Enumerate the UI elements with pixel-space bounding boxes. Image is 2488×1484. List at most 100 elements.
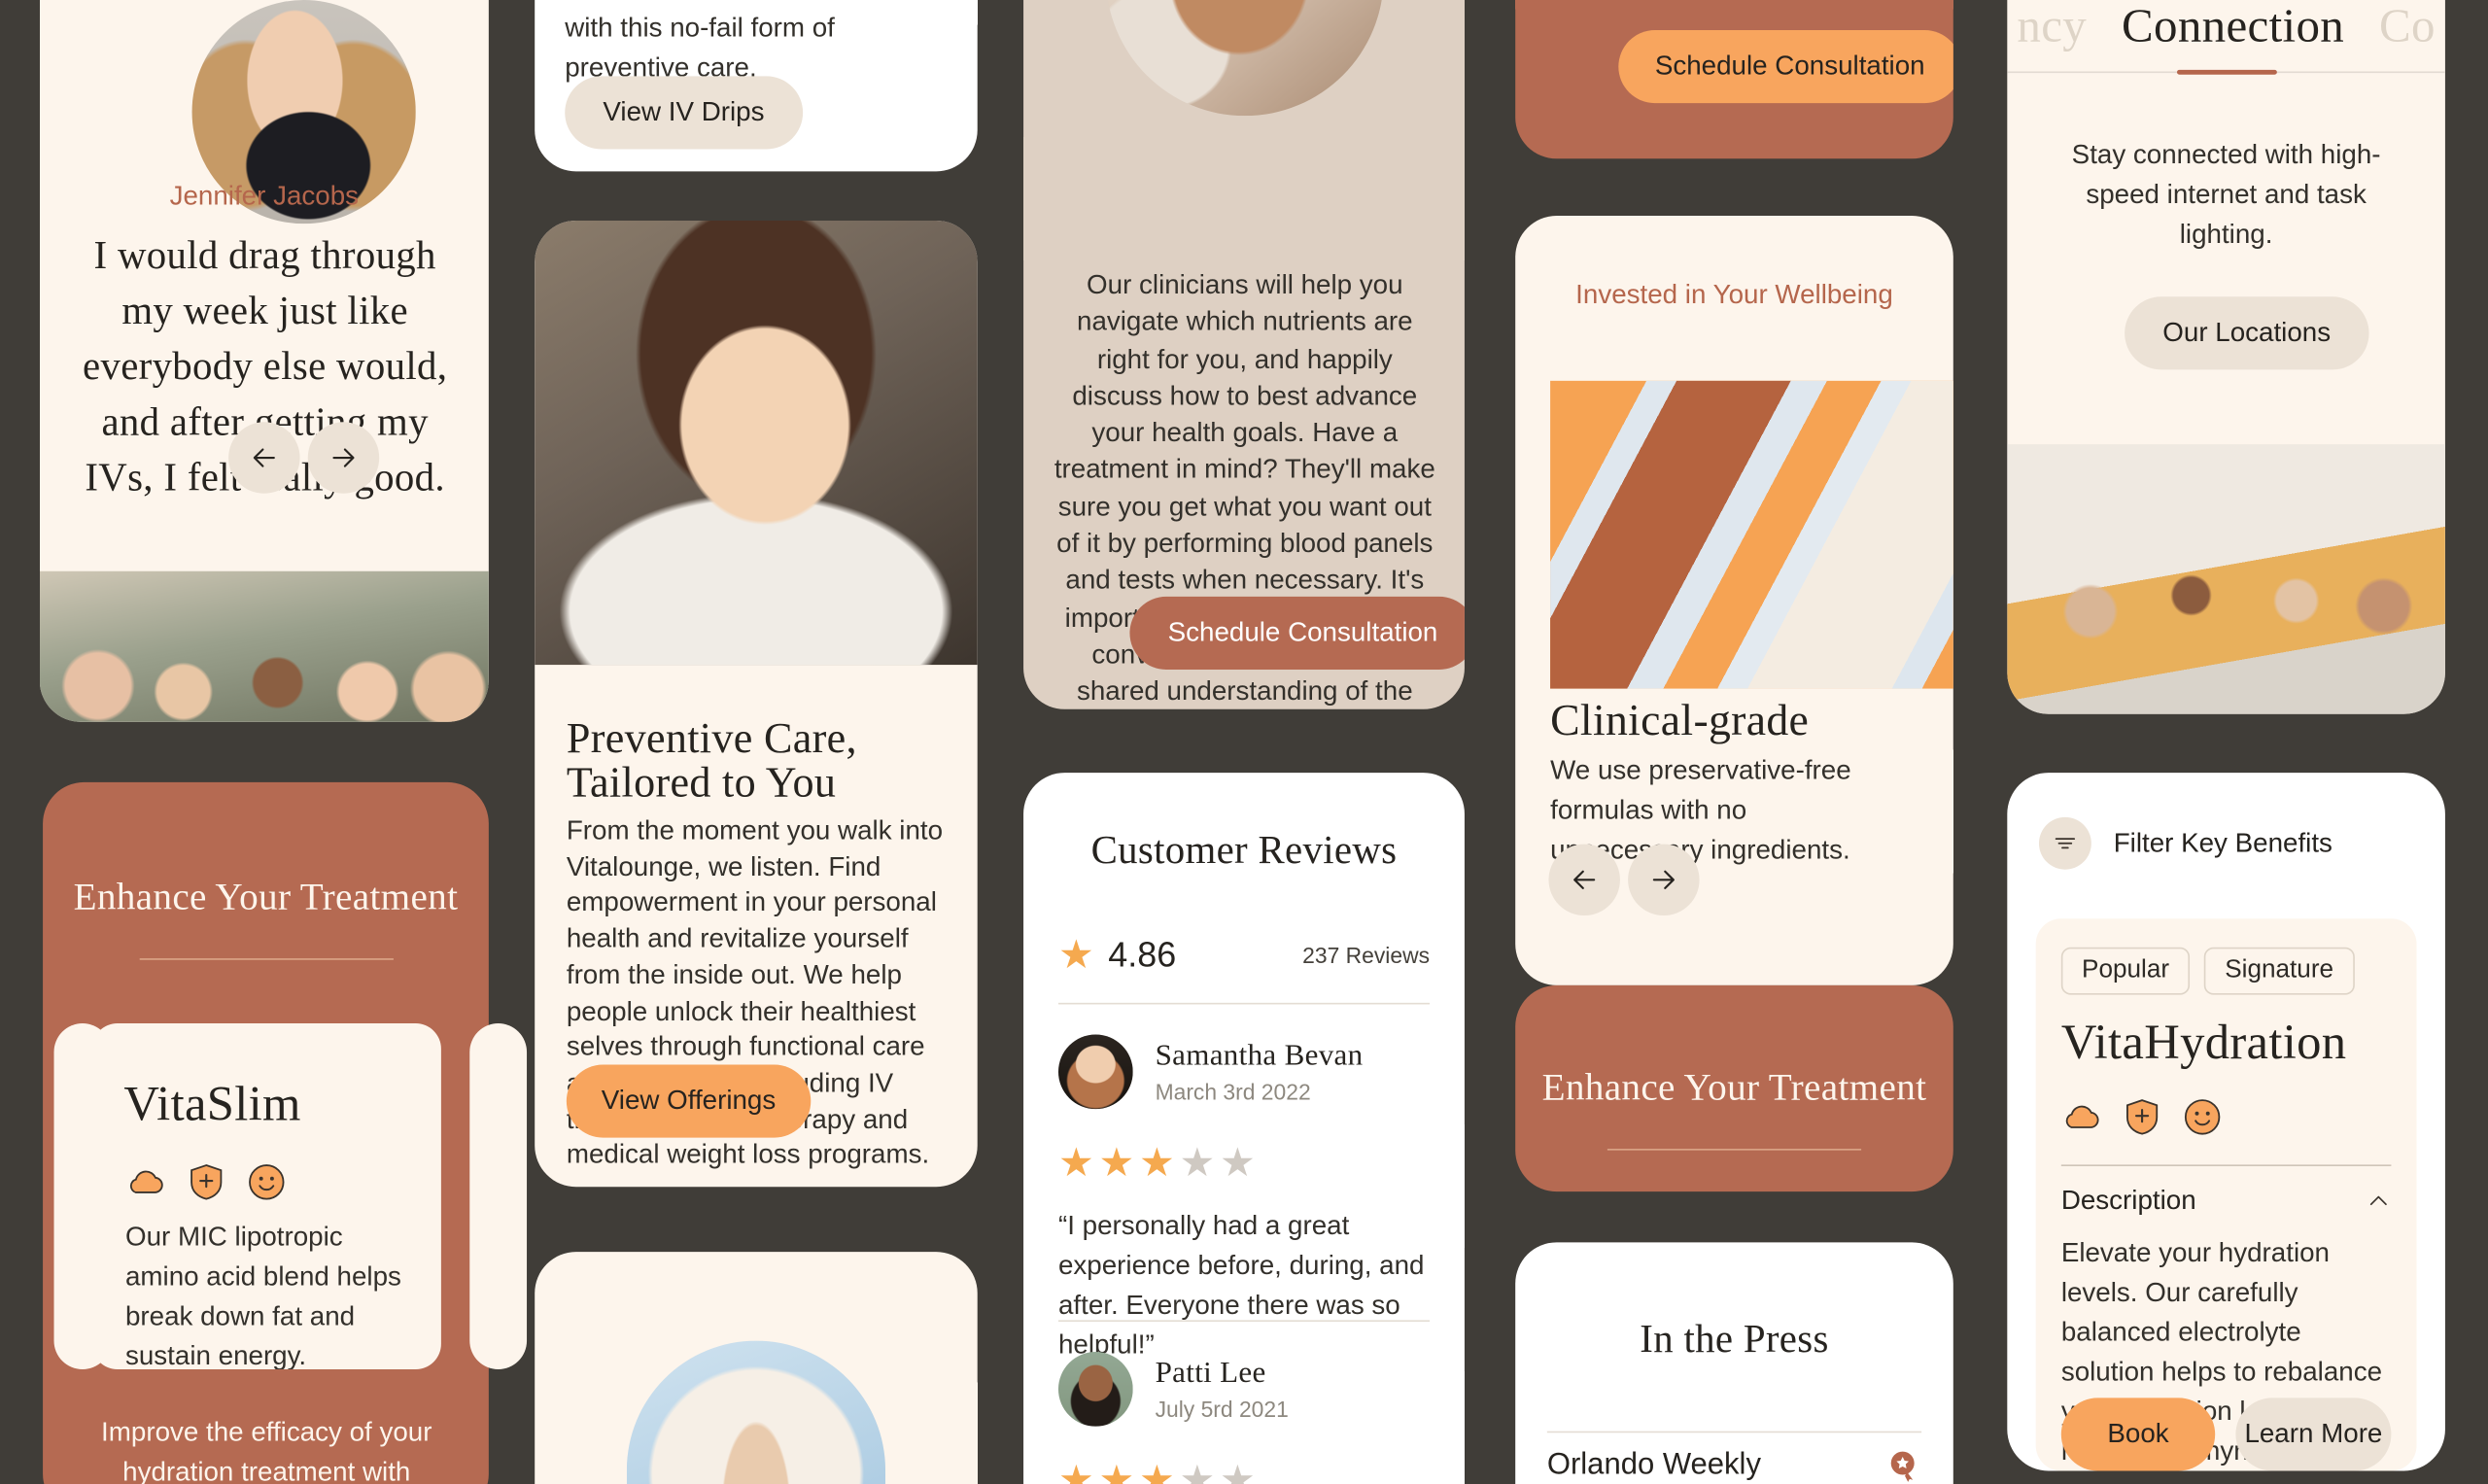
star-icon: ★ <box>1138 1458 1180 1484</box>
tag-signature[interactable]: Signature <box>2204 947 2355 995</box>
connection-photo <box>2007 444 2445 714</box>
learn-more-button[interactable]: Learn More <box>2235 1398 2392 1471</box>
press-title: In the Press <box>1640 1318 1829 1362</box>
shield-plus-icon <box>2126 1099 2159 1135</box>
vitahydration-card: Filter Key Benefits Popular Signature Vi… <box>2007 773 2445 1471</box>
review-date: July 5rd 2021 <box>1155 1396 1289 1422</box>
award-badge-icon <box>1890 1451 1915 1482</box>
cloud-icon <box>2065 1105 2099 1128</box>
review-date: March 3rd 2022 <box>1155 1079 1311 1105</box>
average-rating-row: ★ 4.86 237 Reviews <box>1058 935 1430 976</box>
enhance-footer-text: Improve the efficacy of your hydration t… <box>101 1416 432 1484</box>
testimonial-author: Jennifer Jacobs <box>169 181 360 212</box>
testimonial-prev-button[interactable] <box>228 422 300 494</box>
connection-body: Stay connected with high-speed internet … <box>2071 139 2381 250</box>
enhance-banner-divider <box>1607 1149 1862 1151</box>
list-item[interactable]: Orlando Weekly <box>1547 1449 1921 1484</box>
star-icon: ★ <box>1220 1458 1261 1484</box>
preventive-care-photo <box>535 220 978 666</box>
wellbeing-eyebrow: Invested in Your Wellbeing <box>1575 279 1893 310</box>
review-author: Patti Lee <box>1155 1356 1266 1391</box>
avatar <box>1057 1352 1133 1427</box>
accordion-label: Description <box>2060 1185 2196 1216</box>
wellbeing-next-button[interactable] <box>1628 844 1700 916</box>
smiley-icon <box>249 1164 285 1200</box>
book-button[interactable]: Book <box>2060 1398 2216 1471</box>
star-icon: ★ <box>1138 1140 1180 1186</box>
press-divider <box>1546 1431 1922 1433</box>
clinicians-card: Our clinicians will help you navigate wh… <box>1023 0 1465 709</box>
consultation-banner: Schedule Consultation <box>1515 0 1953 159</box>
tab-comfort[interactable]: Co <box>2379 0 2436 54</box>
filter-row[interactable]: Filter Key Benefits <box>2038 816 2332 870</box>
filter-icon <box>2038 816 2091 870</box>
average-rating-value: 4.86 <box>1108 934 1177 975</box>
wellbeing-title: Clinical-grade <box>1550 696 1810 746</box>
vitaslim-description: Our MIC lipotropic amino acid blend help… <box>124 1222 401 1369</box>
reviews-divider-2 <box>1057 1320 1431 1322</box>
star-icon: ★ <box>1057 1140 1099 1186</box>
arrow-left-icon <box>253 448 275 467</box>
star-icon: ★ <box>1057 932 1094 977</box>
reviews-divider-1 <box>1057 1002 1431 1005</box>
vitahydration-name: VitaHydration <box>2060 1014 2347 1070</box>
iv-drips-card: with this no-fail form of preventive car… <box>535 0 978 172</box>
schedule-consultation-button-2[interactable]: Schedule Consultation <box>1618 30 1953 104</box>
arrow-right-icon <box>1652 870 1675 889</box>
enhance-divider <box>139 958 394 960</box>
vitaslim-card: VitaSlim Our MIC lipotropic amino acid b… <box>91 1023 441 1369</box>
tag-popular[interactable]: Popular <box>2060 947 2191 995</box>
cloud-icon <box>129 1170 163 1193</box>
preventive-care-card: Preventive Care, Tailored to You From th… <box>535 220 978 1188</box>
star-icon: ★ <box>1179 1140 1220 1186</box>
view-iv-drips-button[interactable]: View IV Drips <box>565 76 803 150</box>
shield-plus-icon <box>190 1164 223 1200</box>
tab-active-underline <box>2177 69 2277 75</box>
star-icon: ★ <box>1220 1140 1261 1186</box>
preventive-care-title-line2: Tailored to You <box>566 758 837 807</box>
vitaslim-name: VitaSlim <box>123 1075 301 1132</box>
yoga-card <box>535 1252 978 1484</box>
table-row: Samantha Bevan March 3rd 2022 ★★★★★ “I p… <box>1057 1034 1430 1364</box>
arrow-left-icon <box>1573 870 1596 889</box>
enhance-slide-next[interactable] <box>469 1023 528 1369</box>
connection-tabs: ncy Connection Co <box>2007 0 2445 54</box>
review-stars: ★★★★★ <box>1058 1461 1430 1484</box>
our-locations-button[interactable]: Our Locations <box>2125 296 2369 370</box>
connection-card: ncy Connection Co Stay connected with hi… <box>2007 0 2445 714</box>
customer-reviews-card: Customer Reviews ★ 4.86 237 Reviews Sama… <box>1023 773 1465 1484</box>
yoga-photo <box>626 1340 886 1484</box>
star-icon: ★ <box>1179 1458 1220 1484</box>
testimonial-card: Jennifer Jacobs I would drag through my … <box>39 0 489 722</box>
tab-efficiency[interactable]: ncy <box>2017 0 2087 54</box>
accordion-divider <box>2060 1164 2392 1166</box>
description-accordion-header[interactable]: Description <box>2061 1186 2392 1218</box>
testimonial-group-photo <box>39 570 489 722</box>
tab-connection[interactable]: Connection <box>2122 0 2344 54</box>
customer-reviews-title: Customer Reviews <box>1090 829 1398 873</box>
review-stars: ★★★★★ <box>1057 1140 1430 1186</box>
star-icon: ★ <box>1098 1458 1139 1484</box>
clinicians-photo <box>1105 0 1384 117</box>
wellbeing-prev-button[interactable] <box>1548 844 1620 916</box>
vitaslim-benefit-icons <box>125 1161 288 1202</box>
schedule-consultation-button-1[interactable]: Schedule Consultation <box>1129 596 1465 670</box>
view-offerings-button[interactable]: View Offerings <box>566 1064 812 1138</box>
smiley-icon <box>2184 1099 2221 1135</box>
testimonial-next-button[interactable] <box>307 422 380 494</box>
press-card: In the Press Orlando Weekly <box>1515 1242 1953 1484</box>
press-item-name: Orlando Weekly <box>1546 1448 1761 1482</box>
enhance-banner: Enhance Your Treatment <box>1515 984 1953 1192</box>
review-text: “I personally had a great experience bef… <box>1057 1210 1425 1361</box>
vitahydration-benefit-icons <box>2061 1096 2224 1137</box>
table-row: Patti Lee July 5rd 2021 ★★★★★ <box>1057 1352 1430 1484</box>
enhance-banner-title: Enhance Your Treatment <box>1541 1067 1927 1110</box>
enhance-treatment-title: Enhance Your Treatment <box>73 877 459 919</box>
vitahydration-tags: Popular Signature <box>2060 947 2355 995</box>
star-icon: ★ <box>1057 1458 1099 1484</box>
avatar <box>1057 1034 1133 1110</box>
chevron-up-icon <box>2369 1195 2387 1206</box>
star-icon: ★ <box>1098 1140 1139 1186</box>
vitahydration-detail-panel: Popular Signature VitaHydration Descript… <box>2035 918 2417 1471</box>
filter-label: Filter Key Benefits <box>2113 827 2332 858</box>
